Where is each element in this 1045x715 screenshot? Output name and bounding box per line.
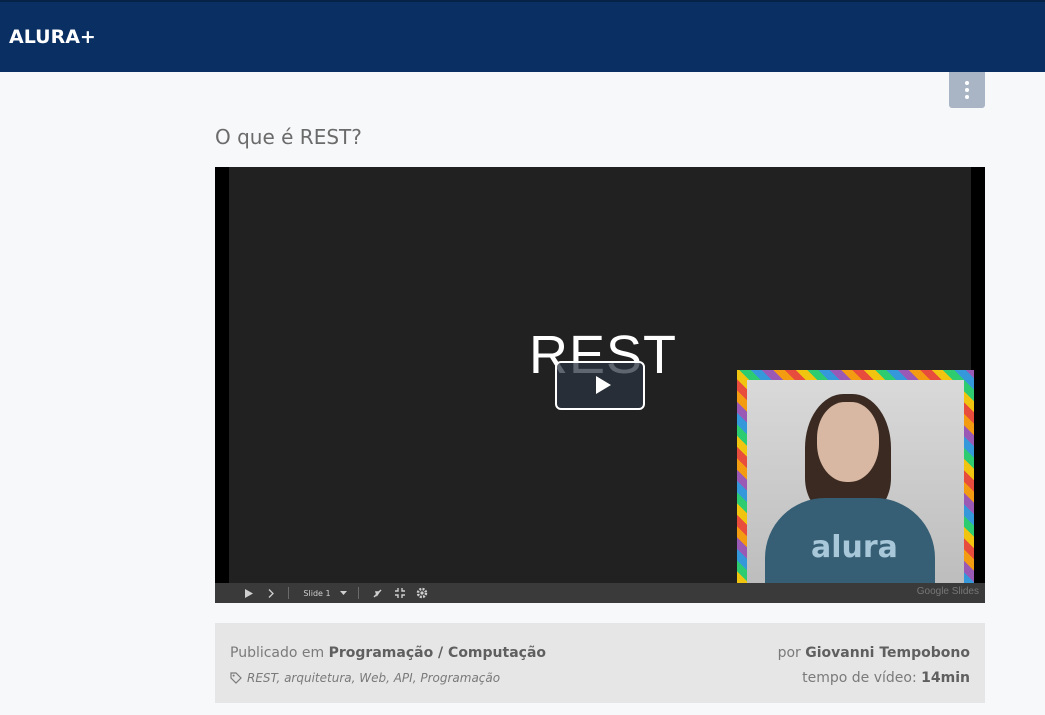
divider [288, 587, 289, 599]
dot [965, 95, 969, 99]
page-title: O que é REST? [215, 125, 362, 149]
brand-logo[interactable]: ALURA+ [9, 26, 96, 48]
play-button[interactable] [555, 361, 645, 410]
webcam-feed: alura [747, 380, 964, 584]
more-options-button[interactable] [949, 72, 985, 108]
video-player[interactable]: REST alura Slide 1 Google Slides [215, 167, 985, 603]
play-icon[interactable] [243, 583, 255, 603]
published-in: Publicado em Programação / Computação [230, 645, 546, 661]
next-slide-icon[interactable] [265, 583, 277, 603]
google-slides-logo: Google Slides [916, 586, 979, 597]
gear-icon[interactable] [415, 583, 429, 603]
dot [965, 88, 969, 92]
top-bar: ALURA+ [0, 0, 1045, 72]
slide-selector-label[interactable]: Slide 1 [299, 583, 335, 603]
tag-icon [230, 672, 242, 684]
duration-prefix: tempo de vídeo: [802, 670, 917, 686]
duration-line: tempo de vídeo: 14min [802, 670, 970, 686]
shirt-logo: alura [811, 530, 898, 565]
category-link[interactable]: Programação / Computação [329, 645, 546, 661]
vertical-dots-icon [965, 81, 969, 85]
tags-row: REST, arquitetura, Web, API, Programação [230, 671, 500, 685]
published-prefix: Publicado em [230, 645, 325, 661]
duration-value: 14min [921, 670, 970, 686]
exit-fullscreen-icon[interactable] [393, 583, 407, 603]
webcam-overlay: alura [737, 370, 974, 594]
chevron-down-icon[interactable] [338, 583, 348, 603]
presenter-face [817, 402, 879, 482]
divider [358, 587, 359, 599]
pointer-icon[interactable] [370, 583, 384, 603]
tags-list[interactable]: REST, arquitetura, Web, API, Programação [247, 671, 500, 685]
author-prefix: por [777, 645, 801, 661]
author-name[interactable]: Giovanni Tempobono [805, 645, 970, 661]
author-line: por Giovanni Tempobono [778, 645, 970, 661]
video-info-bar: Publicado em Programação / Computação RE… [215, 623, 985, 703]
slides-control-bar: Slide 1 Google Slides [215, 583, 985, 603]
